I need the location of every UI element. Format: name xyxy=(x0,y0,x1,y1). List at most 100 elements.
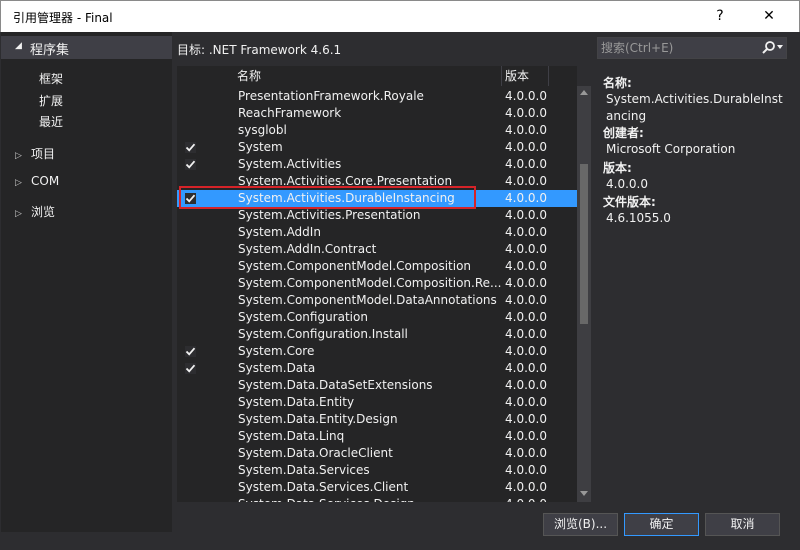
assembly-name: System.Configuration.Install xyxy=(238,327,408,341)
assembly-version: 4.0.0.0 xyxy=(505,123,547,137)
browse-button[interactable]: 浏览(B)... xyxy=(543,513,618,536)
list-row[interactable]: System.Configuration.Install 4.0.0.0 xyxy=(177,326,577,343)
list-row[interactable]: System.Configuration 4.0.0.0 xyxy=(177,309,577,326)
ok-button[interactable]: 确定 xyxy=(624,513,699,536)
assembly-version: 4.0.0.0 xyxy=(505,412,547,426)
checkbox-unchecked[interactable] xyxy=(185,176,196,187)
nav-item-recent[interactable]: 最近 xyxy=(39,113,63,130)
list-row[interactable]: System.AddIn.Contract 4.0.0.0 xyxy=(177,241,577,258)
assembly-name: System.Data.DataSetExtensions xyxy=(238,378,433,392)
list-row[interactable]: System.Activities.Presentation 4.0.0.0 xyxy=(177,207,577,224)
checkbox-unchecked[interactable] xyxy=(185,482,196,493)
checkbox-unchecked[interactable] xyxy=(185,261,196,272)
assembly-name: sysglobl xyxy=(238,123,287,137)
nav-header-assemblies[interactable]: ◢ 程序集 xyxy=(1,36,172,59)
search-box[interactable] xyxy=(597,37,787,59)
list-row[interactable]: System.ComponentModel.Composition 4.0.0.0 xyxy=(177,258,577,275)
list-row[interactable]: System.Core 4.0.0.0 xyxy=(177,343,577,360)
nav-group-browse[interactable]: ▷ 浏览 xyxy=(15,203,55,220)
list-row[interactable]: System.ComponentModel.DataAnnotations 4.0… xyxy=(177,292,577,309)
assembly-version: 4.0.0.0 xyxy=(505,208,547,222)
checkbox-unchecked[interactable] xyxy=(185,431,196,442)
checkbox-unchecked[interactable] xyxy=(185,91,196,102)
assembly-version: 4.0.0.0 xyxy=(505,174,547,188)
assembly-name: System.Data.Linq xyxy=(238,429,345,443)
assembly-name: System.Activities xyxy=(238,157,342,171)
checkbox-checked-icon[interactable] xyxy=(185,346,196,357)
search-icon[interactable] xyxy=(761,40,777,56)
list-row[interactable]: System.AddIn 4.0.0.0 xyxy=(177,224,577,241)
scroll-up-arrow-icon[interactable] xyxy=(580,90,588,95)
list-row[interactable]: sysglobl 4.0.0.0 xyxy=(177,122,577,139)
window-title: 引用管理器 - Final xyxy=(13,11,113,25)
list-row[interactable]: System.Activities.Core.Presentation 4.0.0… xyxy=(177,173,577,190)
collapsed-arrow-icon: ▷ xyxy=(15,209,22,219)
assembly-version: 4.0.0.0 xyxy=(505,361,547,375)
collapsed-arrow-icon: ▷ xyxy=(15,178,22,188)
assembly-name: System xyxy=(238,140,283,154)
list-row[interactable]: ReachFramework 4.0.0.0 xyxy=(177,105,577,122)
detail-version-label: 版本: xyxy=(603,161,632,175)
detail-name-label: 名称: xyxy=(603,76,632,90)
cancel-button[interactable]: 取消 xyxy=(705,513,780,536)
checkbox-unchecked[interactable] xyxy=(185,397,196,408)
assembly-version: 4.0.0.0 xyxy=(505,225,547,239)
search-input[interactable] xyxy=(598,38,758,58)
list-row[interactable]: System.Activities 4.0.0.0 xyxy=(177,156,577,173)
nav-group-com[interactable]: ▷ COM xyxy=(15,174,59,188)
list-row[interactable]: PresentationFramework.Royale 4.0.0.0 xyxy=(177,88,577,105)
nav-item-framework[interactable]: 框架 xyxy=(39,70,63,87)
help-button[interactable]: ? xyxy=(697,1,743,32)
checkbox-unchecked[interactable] xyxy=(185,465,196,476)
assembly-name: ReachFramework xyxy=(238,106,342,120)
list-row[interactable]: System.Data.DataSetExtensions 4.0.0.0 xyxy=(177,377,577,394)
list-row[interactable]: System.Data.Services.Design 4.0.0.0 xyxy=(177,496,577,502)
checkbox-unchecked[interactable] xyxy=(185,448,196,459)
list-row[interactable]: System.Data 4.0.0.0 xyxy=(177,360,577,377)
nav-group-label: COM xyxy=(31,174,60,188)
checkbox-unchecked[interactable] xyxy=(185,125,196,136)
checkbox-unchecked[interactable] xyxy=(185,295,196,306)
list-row[interactable]: System.Data.Linq 4.0.0.0 xyxy=(177,428,577,445)
checkbox-unchecked[interactable] xyxy=(185,414,196,425)
column-header-name[interactable]: 名称 xyxy=(232,66,502,86)
checkbox-unchecked[interactable] xyxy=(185,329,196,340)
column-header-version[interactable]: 版本 xyxy=(501,66,549,86)
assembly-version: 4.0.0.0 xyxy=(505,480,547,494)
checkbox-unchecked[interactable] xyxy=(185,380,196,391)
checkbox-checked-icon[interactable] xyxy=(185,159,196,170)
close-icon: ✕ xyxy=(763,8,775,24)
assembly-name: System.AddIn xyxy=(238,225,321,239)
assembly-version: 4.0.0.0 xyxy=(505,242,547,256)
list-row[interactable]: System.Data.Entity.Design 4.0.0.0 xyxy=(177,411,577,428)
checkbox-unchecked[interactable] xyxy=(185,108,196,119)
checkbox-unchecked[interactable] xyxy=(185,227,196,238)
list-row[interactable]: System.ComponentModel.Composition.Re... 4… xyxy=(177,275,577,292)
assembly-version: 4.0.0.0 xyxy=(505,259,547,273)
assembly-name: PresentationFramework.Royale xyxy=(238,89,424,103)
checkbox-unchecked[interactable] xyxy=(185,244,196,255)
list-row[interactable]: System.Activities.DurableInstancing 4.0.0… xyxy=(177,190,577,207)
assembly-version: 4.0.0.0 xyxy=(505,378,547,392)
checkbox-unchecked[interactable] xyxy=(185,312,196,323)
checkbox-unchecked[interactable] xyxy=(185,210,196,221)
assembly-name: System.Data.Services.Design xyxy=(238,497,501,502)
list-row[interactable]: System.Data.Services.Client 4.0.0.0 xyxy=(177,479,577,496)
search-options-dropdown-icon[interactable] xyxy=(777,45,783,49)
checkbox-unchecked[interactable] xyxy=(185,278,196,289)
scroll-down-arrow-icon[interactable] xyxy=(580,491,588,496)
checkbox-unchecked[interactable] xyxy=(185,499,196,502)
checkbox-checked-icon[interactable] xyxy=(185,363,196,374)
list-row[interactable]: System.Data.Entity 4.0.0.0 xyxy=(177,394,577,411)
close-button[interactable]: ✕ xyxy=(746,1,792,32)
scrollbar-thumb[interactable] xyxy=(580,164,588,324)
list-row[interactable]: System.Data.OracleClient 4.0.0.0 xyxy=(177,445,577,462)
nav-group-projects[interactable]: ▷ 项目 xyxy=(15,145,55,162)
assembly-version: 4.0.0.0 xyxy=(505,429,547,443)
vertical-scrollbar[interactable] xyxy=(577,86,591,502)
list-row[interactable]: System.Data.Services 4.0.0.0 xyxy=(177,462,577,479)
nav-item-extensions[interactable]: 扩展 xyxy=(39,92,63,109)
list-row[interactable]: System 4.0.0.0 xyxy=(177,139,577,156)
checkbox-checked-icon[interactable] xyxy=(185,142,196,153)
checkbox-checked-icon[interactable] xyxy=(185,193,196,204)
